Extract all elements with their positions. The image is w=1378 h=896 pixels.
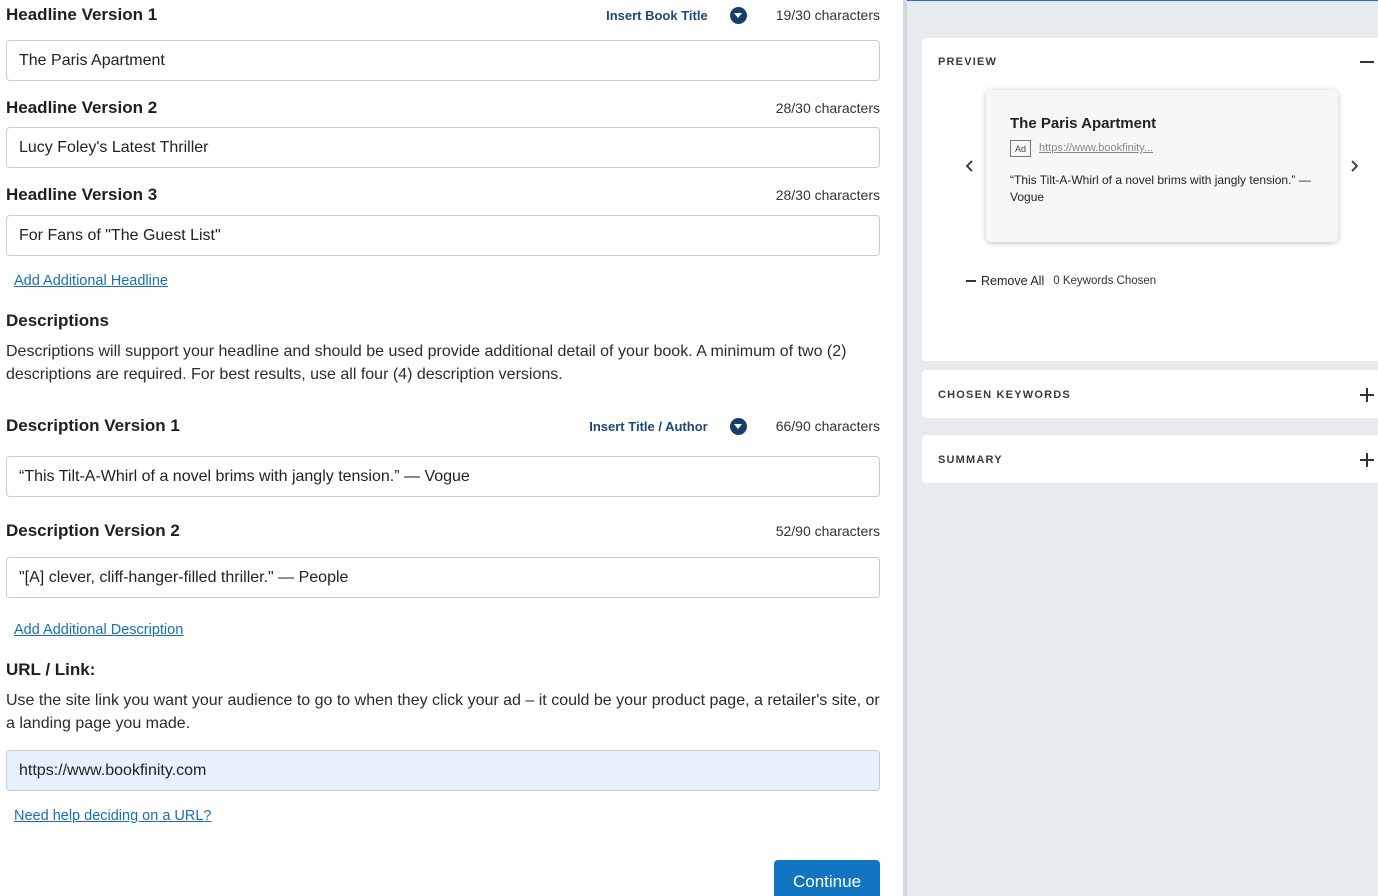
ad-form: Headline Version 1 Insert Book Title 19/… [0,0,905,896]
preview-card: PREVIEW The Paris Apartment Ad https://w… [922,38,1378,361]
description-1-controls: Insert Title / Author 66/90 characters [589,417,880,435]
descriptions-help-text: Descriptions will support your headline … [6,343,847,383]
plus-icon[interactable] [1360,453,1374,467]
preview-title: PREVIEW [938,56,998,68]
headline-2-controls: 28/30 characters [776,100,880,116]
remove-all-button[interactable]: Remove All [981,274,1044,288]
headline-3-label: Headline Version 3 [6,185,158,204]
headline-2-label: Headline Version 2 [6,98,158,117]
description-1-label: Description Version 1 [6,416,180,435]
add-additional-headline-link[interactable]: Add Additional Headline [14,273,168,289]
description-1-input[interactable]: “This Tilt-A-Whirl of a novel brims with… [6,456,880,497]
description-1-header: Description Version 1 Insert Title / Aut… [6,414,880,438]
add-additional-description-link[interactable]: Add Additional Description [14,622,183,638]
headline-1-input[interactable]: The Paris Apartment [6,40,880,81]
insert-title-author-dropdown[interactable] [729,417,747,435]
ad-preview: The Paris Apartment Ad https://www.bookf… [986,90,1338,242]
continue-button[interactable]: Continue [774,860,880,896]
chevron-down-icon [734,423,743,429]
headline-2-header: Headline Version 2 28/30 characters [6,96,880,120]
descriptions-title: Descriptions [6,311,109,330]
headline-3-input[interactable]: For Fans of "The Guest List" [6,215,880,256]
headline-3-char-count: 28/30 characters [775,187,880,203]
url-help-text: Use the site link you want your audience… [6,692,880,732]
description-2-controls: 52/90 characters [776,523,880,539]
ad-badge: Ad [1010,140,1031,157]
keywords-row: Remove All 0 Keywords Chosen [966,274,1156,288]
insert-title-author-button[interactable]: Insert Title / Author [589,419,707,434]
chosen-keywords-title: CHOSEN KEYWORDS [938,389,1071,401]
sidebar: PREVIEW The Paris Apartment Ad https://w… [907,1,1378,896]
dash-icon [966,280,976,282]
description-2-header: Description Version 2 52/90 characters [6,519,880,543]
insert-book-title-button[interactable]: Insert Book Title [606,8,708,23]
summary-card[interactable]: SUMMARY [922,435,1378,483]
description-1-char-count: 66/90 characters [775,418,880,434]
minus-icon[interactable] [1360,55,1374,69]
url-title: URL / Link: [6,660,96,679]
headline-1-char-count: 19/30 characters [775,7,880,23]
url-help-link[interactable]: Need help deciding on a URL? [14,808,212,824]
headline-3-controls: 28/30 characters [776,187,880,203]
headline-1-label: Headline Version 1 [6,5,158,24]
plus-icon[interactable] [1360,388,1374,402]
headline-1-controls: Insert Book Title 19/30 characters [606,6,880,24]
description-2-label: Description Version 2 [6,521,180,540]
description-2-input[interactable]: "[A] clever, cliff-hanger-filled thrille… [6,557,880,598]
summary-title: SUMMARY [938,454,1003,466]
headline-3-header: Headline Version 3 28/30 characters [6,183,880,207]
insert-book-title-dropdown[interactable] [729,6,747,24]
chosen-keywords-card[interactable]: CHOSEN KEYWORDS [922,370,1378,418]
description-2-char-count: 52/90 characters [775,523,880,539]
url-input[interactable]: https://www.bookfinity.com [6,750,880,791]
headline-2-input[interactable]: Lucy Foley's Latest Thriller [6,127,880,168]
headline-2-char-count: 28/30 characters [775,100,880,116]
keywords-chosen-count: 0 Keywords Chosen [1053,275,1157,287]
headline-1-header: Headline Version 1 Insert Book Title 19/… [6,3,880,27]
ad-preview-url: https://www.bookfinity... [1039,142,1154,154]
ad-preview-title: The Paris Apartment [1010,115,1157,132]
chevron-left-icon[interactable] [964,159,976,173]
chevron-right-icon[interactable] [1348,159,1360,173]
chevron-down-icon [734,12,743,18]
ad-preview-description: “This Tilt-A-Whirl of a novel brims with… [1010,173,1311,204]
